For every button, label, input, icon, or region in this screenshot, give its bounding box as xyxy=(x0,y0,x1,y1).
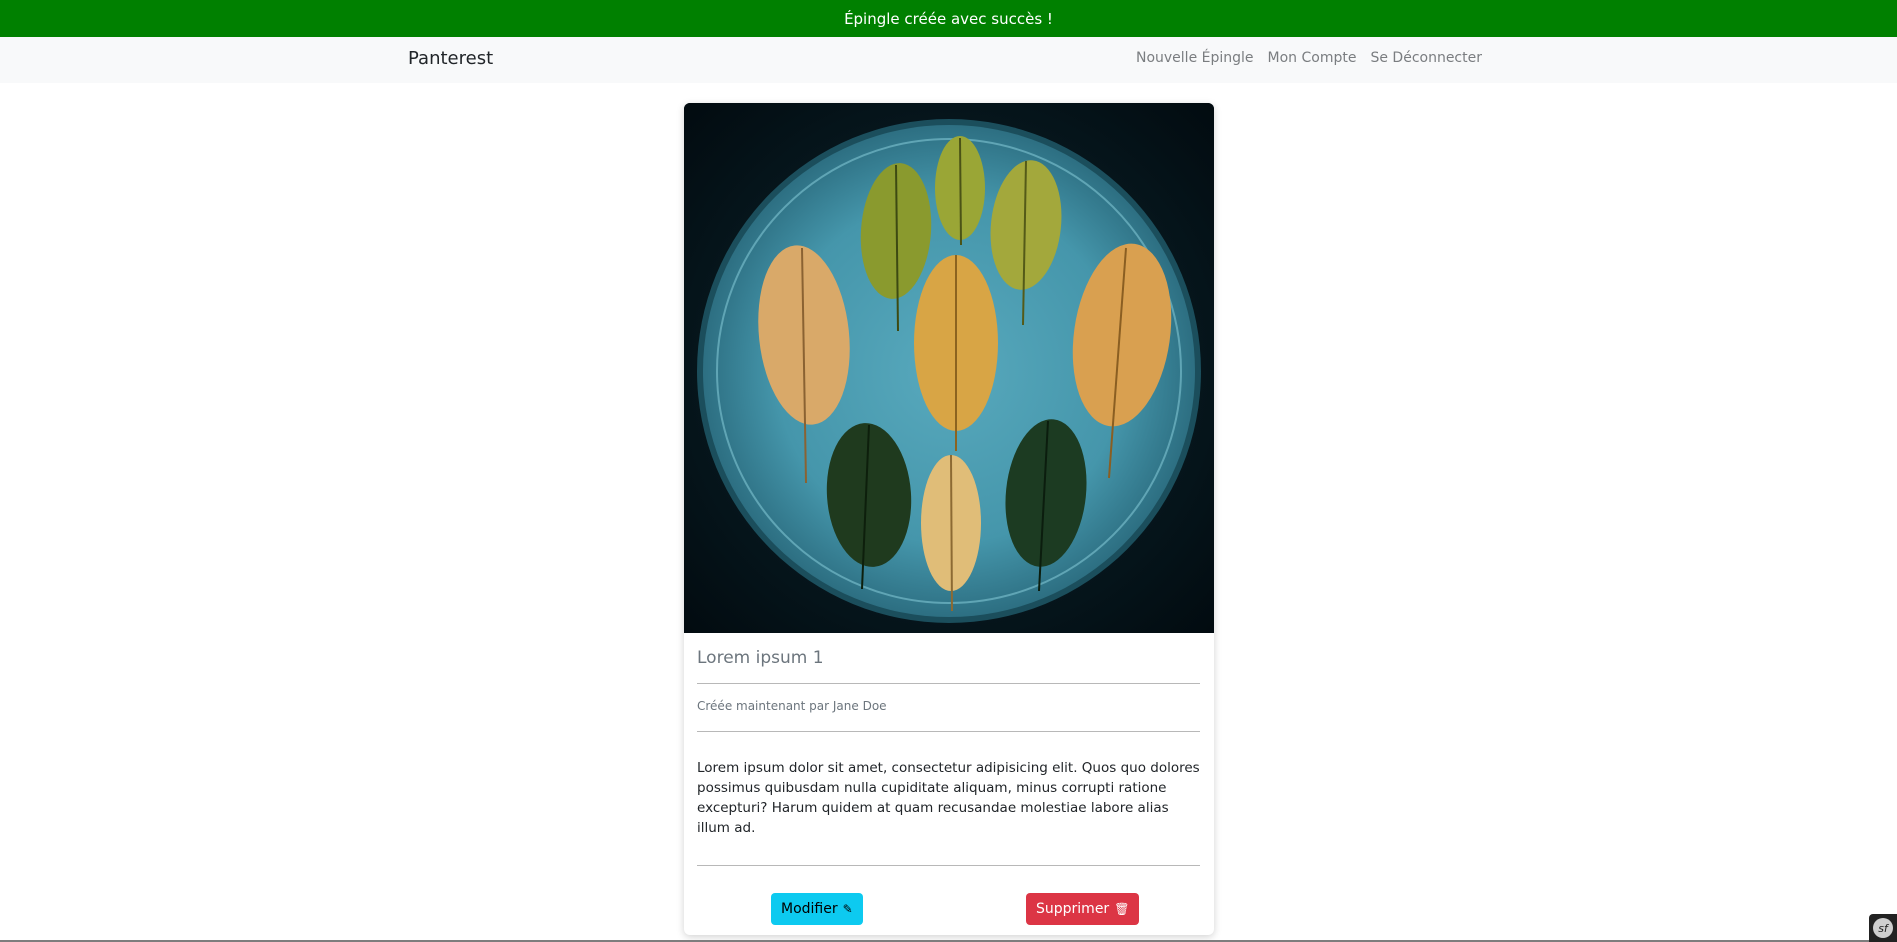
navbar: Panterest Nouvelle Épingle Mon Compte Se… xyxy=(0,37,1897,83)
pin-description: Lorem ipsum dolor sit amet, consectetur … xyxy=(697,732,1200,866)
nav-logout-link[interactable]: Se Déconnecter xyxy=(1370,50,1482,66)
delete-button-label: Supprimer xyxy=(1036,901,1110,917)
pin-actions: Modifier ✎ Supprimer 🗑 xyxy=(697,866,1200,932)
flash-message: Épingle créée avec succès ! xyxy=(844,9,1053,28)
brand-link[interactable]: Panterest xyxy=(408,48,493,69)
delete-button[interactable]: Supprimer 🗑 xyxy=(1026,893,1140,925)
trash-icon: 🗑 xyxy=(1114,902,1130,916)
flash-success-banner: Épingle créée avec succès ! xyxy=(0,0,1897,37)
pencil-icon: ✎ xyxy=(842,902,853,916)
nav-my-account-link[interactable]: Mon Compte xyxy=(1268,50,1357,66)
edit-button-label: Modifier xyxy=(781,901,838,917)
pin-title: Lorem ipsum 1 xyxy=(697,633,1200,684)
pin-image xyxy=(684,103,1214,633)
pin-meta: Créée maintenant par Jane Doe xyxy=(697,684,1200,732)
symfony-debug-toolbar[interactable]: sf xyxy=(1869,914,1897,942)
nav-new-pin-link[interactable]: Nouvelle Épingle xyxy=(1136,50,1254,66)
symfony-icon: sf xyxy=(1873,918,1893,938)
edit-button[interactable]: Modifier ✎ xyxy=(771,893,863,925)
pin-card: Lorem ipsum 1 Créée maintenant par Jane … xyxy=(684,103,1214,935)
pin-card-body: Lorem ipsum 1 Créée maintenant par Jane … xyxy=(697,633,1200,932)
nav-links: Nouvelle Épingle Mon Compte Se Déconnect… xyxy=(1136,50,1482,66)
